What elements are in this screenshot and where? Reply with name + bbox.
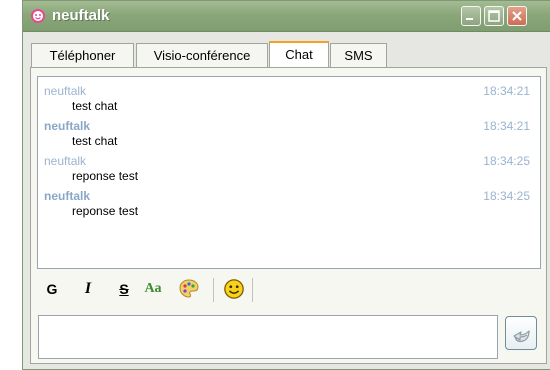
send-button[interactable] [505, 316, 537, 350]
tab-telephoner[interactable]: Téléphoner [31, 43, 134, 67]
message-sender: neuftalk [44, 84, 87, 98]
message-text: reponse test [72, 169, 139, 183]
color-button[interactable] [176, 276, 202, 302]
message-sender: neuftalk [44, 119, 91, 133]
message-time: 18:34:21 [483, 119, 530, 133]
palette-icon [179, 279, 199, 298]
maximize-icon [488, 10, 500, 22]
maximize-button[interactable] [484, 6, 504, 26]
message-text: test chat [72, 134, 118, 148]
tab-chat[interactable]: Chat [269, 41, 329, 69]
tab-visio-conference[interactable]: Visio-conférence [136, 43, 268, 67]
strikethrough-button[interactable]: S [111, 276, 137, 302]
tab-sms[interactable]: SMS [330, 43, 387, 67]
chat-message: neuftalk 18:34:25 reponse test [38, 182, 540, 218]
message-sender: neuftalk [44, 154, 87, 168]
toolbar-separator [213, 278, 214, 302]
emoticon-button[interactable] [221, 276, 247, 302]
chat-window: neuftalk Téléphoner Visio-conférence Cha… [22, 0, 550, 370]
message-time: 18:34:21 [483, 84, 530, 98]
italic-button[interactable]: I [75, 276, 101, 302]
send-icon [513, 330, 530, 343]
close-icon [512, 11, 522, 21]
chat-message: neuftalk 18:34:25 reponse test [38, 147, 540, 183]
chat-message: neuftalk 18:34:21 test chat [38, 77, 540, 113]
toolbar-separator [252, 278, 253, 302]
format-toolbar: G I S Aa [39, 276, 339, 304]
smiley-icon [224, 279, 244, 299]
close-button[interactable] [507, 6, 527, 26]
message-input[interactable] [38, 315, 498, 359]
message-time: 18:34:25 [483, 154, 530, 168]
chat-panel: neuftalk 18:34:21 test chat neuftalk 18:… [30, 67, 547, 364]
chat-history[interactable]: neuftalk 18:34:21 test chat neuftalk 18:… [37, 76, 541, 269]
chat-bubble-icon [31, 9, 45, 23]
message-time: 18:34:25 [483, 189, 530, 203]
minimize-button[interactable] [461, 6, 481, 26]
message-text: test chat [72, 99, 118, 113]
message-text: reponse test [72, 204, 139, 218]
font-button[interactable]: Aa [140, 276, 166, 302]
title-bar[interactable]: neuftalk [23, 1, 550, 32]
chat-message: neuftalk 18:34:21 test chat [38, 112, 540, 148]
bold-button[interactable]: G [39, 276, 65, 302]
minimize-icon [466, 18, 473, 20]
window-title: neuftalk [52, 7, 110, 24]
message-sender: neuftalk [44, 189, 91, 203]
